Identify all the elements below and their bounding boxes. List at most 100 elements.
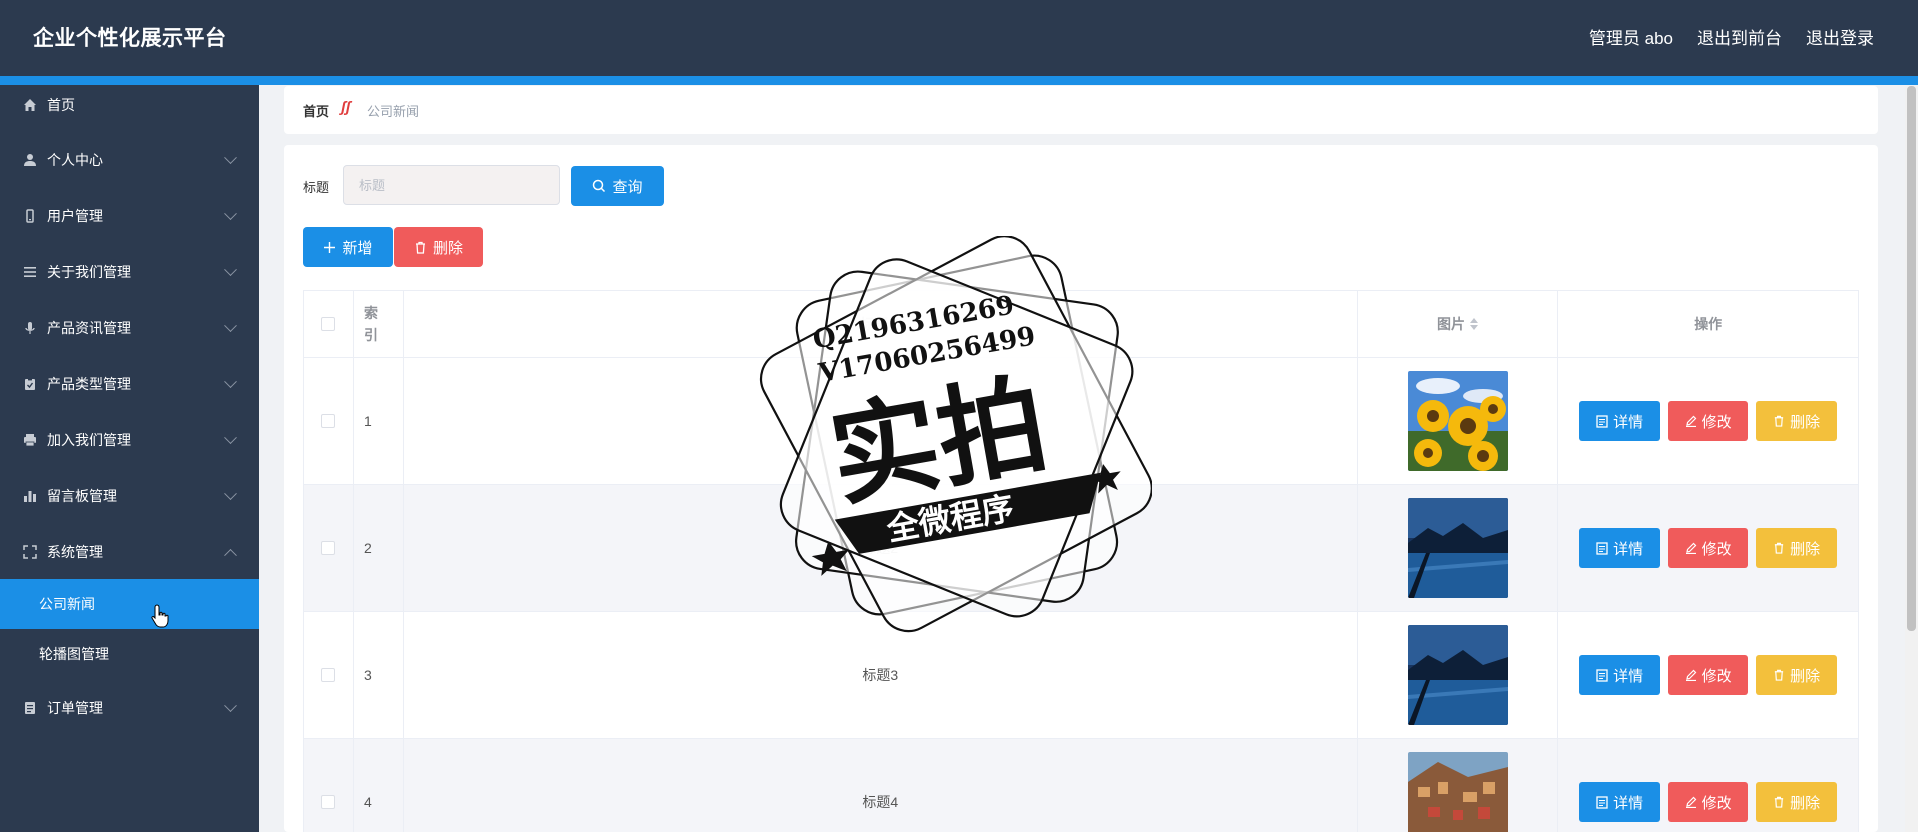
edit-button[interactable]: 修改 xyxy=(1668,655,1749,695)
fullscreen-icon xyxy=(22,544,38,560)
lake-night-image[interactable] xyxy=(1407,498,1508,598)
detail-button-label: 详情 xyxy=(1613,794,1644,812)
row-title xyxy=(404,358,1358,484)
sidebar-item-label: 产品资讯管理 xyxy=(47,320,131,336)
lake-night-image[interactable] xyxy=(1407,625,1508,725)
breadcrumb: 首页 ʃʃ 公司新闻 xyxy=(284,86,1878,134)
chevron-down-icon xyxy=(224,150,237,164)
detail-button[interactable]: 详情 xyxy=(1579,655,1661,695)
exit-to-front-link[interactable]: 退出到前台 xyxy=(1697,24,1782,49)
sidebar-item-label: 留言板管理 xyxy=(47,488,117,504)
phone-icon xyxy=(22,208,38,224)
chevron-down-icon xyxy=(224,430,237,444)
submenu-item-company-news[interactable]: 公司新闻 xyxy=(0,579,259,629)
remove-button[interactable]: 删除 xyxy=(1756,401,1838,441)
admin-name[interactable]: 管理员 abo xyxy=(1589,24,1673,49)
plus-icon xyxy=(324,241,336,253)
trash-icon xyxy=(415,241,425,254)
row-checkbox[interactable] xyxy=(321,795,336,809)
sidebar-item-personal-center[interactable]: 个人中心 xyxy=(0,140,259,180)
page-scrollbar-thumb[interactable] xyxy=(1907,86,1916,631)
news-table: 索引 标题 图片 操作 1 详情 修改 删除 2 标题2 详情 修改 删除 3 … xyxy=(303,290,1859,832)
chevron-up-icon xyxy=(224,548,237,562)
edit-button[interactable]: 修改 xyxy=(1668,528,1749,568)
trash-icon xyxy=(1775,542,1784,554)
remove-button-label: 删除 xyxy=(1790,667,1821,685)
actions-column-header: 操作 xyxy=(1694,316,1723,332)
edit-button[interactable]: 修改 xyxy=(1668,782,1749,822)
row-checkbox[interactable] xyxy=(321,414,336,428)
index-column-header: 索引 xyxy=(363,305,378,343)
sidebar-item-system-management[interactable]: 系统管理 xyxy=(0,532,259,572)
sidebar-item-message-board[interactable]: 留言板管理 xyxy=(0,476,259,516)
add-button[interactable]: 新增 xyxy=(303,227,393,267)
remove-button-label: 删除 xyxy=(1790,413,1821,431)
sidebar: 首页 个人中心 用户管理 关于我们管理 产品资讯管理 产品类型管理 加入我们管理… xyxy=(0,85,259,832)
coastal-town-image[interactable] xyxy=(1407,752,1508,832)
table-row: 3 标题3 详情 修改 删除 xyxy=(304,612,1858,739)
search-icon xyxy=(593,179,606,193)
pencil-icon xyxy=(1685,796,1697,808)
image-column-header[interactable]: 图片 xyxy=(1437,314,1465,334)
header-accent-bar xyxy=(0,76,1918,85)
row-index: 3 xyxy=(354,612,404,738)
delete-button[interactable]: 删除 xyxy=(394,227,483,267)
trash-icon xyxy=(1775,415,1784,427)
breadcrumb-home[interactable]: 首页 xyxy=(303,101,329,120)
row-title: 标题4 xyxy=(404,739,1358,832)
sidebar-item-about-us[interactable]: 关于我们管理 xyxy=(0,252,259,292)
title-column-header[interactable]: 标题 xyxy=(860,314,888,334)
sidebar-item-home[interactable]: 首页 xyxy=(0,85,259,125)
delete-button-label: 删除 xyxy=(432,239,463,257)
sidebar-item-label: 用户管理 xyxy=(47,208,103,224)
submenu-item-label: 轮播图管理 xyxy=(39,646,109,662)
query-button-label: 查询 xyxy=(612,178,643,196)
chevron-down-icon xyxy=(224,206,237,220)
sunflower-image[interactable] xyxy=(1407,371,1508,471)
query-button[interactable]: 查询 xyxy=(571,166,664,206)
table-header-row: 索引 标题 图片 操作 xyxy=(304,291,1858,358)
detail-button[interactable]: 详情 xyxy=(1579,401,1661,441)
search-input[interactable] xyxy=(343,165,560,205)
sort-icon[interactable] xyxy=(1470,318,1479,330)
edit-button[interactable]: 修改 xyxy=(1668,401,1749,441)
search-label: 标题 xyxy=(303,180,330,195)
row-title: 标题2 xyxy=(404,485,1358,611)
sidebar-item-product-type[interactable]: 产品类型管理 xyxy=(0,364,259,404)
mic-icon xyxy=(22,320,38,336)
remove-button[interactable]: 删除 xyxy=(1756,655,1838,695)
sidebar-item-product-news[interactable]: 产品资讯管理 xyxy=(0,308,259,348)
detail-button[interactable]: 详情 xyxy=(1579,528,1661,568)
document-icon xyxy=(1596,795,1608,809)
sidebar-item-user-management[interactable]: 用户管理 xyxy=(0,196,259,236)
sidebar-item-join-us[interactable]: 加入我们管理 xyxy=(0,420,259,460)
select-all-checkbox[interactable] xyxy=(321,317,336,331)
app-title: 企业个性化展示平台 xyxy=(33,27,227,50)
sort-icon[interactable] xyxy=(892,318,901,330)
detail-button-label: 详情 xyxy=(1613,413,1644,431)
user-icon xyxy=(22,152,38,168)
clipboard-icon xyxy=(22,376,38,392)
edit-button-label: 修改 xyxy=(1701,413,1732,431)
remove-button[interactable]: 删除 xyxy=(1756,528,1838,568)
edit-button-label: 修改 xyxy=(1701,794,1732,812)
row-index: 2 xyxy=(354,485,404,611)
row-checkbox[interactable] xyxy=(321,668,336,682)
header-actions: 管理员 abo 退出到前台 退出登录 xyxy=(1589,24,1874,49)
chevron-down-icon xyxy=(224,698,237,712)
submenu-item-carousel[interactable]: 轮播图管理 xyxy=(0,629,259,679)
sidebar-item-order-management[interactable]: 订单管理 xyxy=(0,688,259,728)
pencil-icon xyxy=(1685,415,1697,427)
document-icon xyxy=(22,700,38,716)
pencil-icon xyxy=(1685,542,1697,554)
trash-icon xyxy=(1775,796,1784,808)
row-title: 标题3 xyxy=(404,612,1358,738)
submenu-item-label: 公司新闻 xyxy=(39,596,95,612)
table-row: 1 详情 修改 删除 xyxy=(304,358,1858,485)
sidebar-item-label: 系统管理 xyxy=(47,544,103,560)
remove-button[interactable]: 删除 xyxy=(1756,782,1838,822)
logout-link[interactable]: 退出登录 xyxy=(1806,24,1874,49)
printer-icon xyxy=(22,432,38,448)
detail-button[interactable]: 详情 xyxy=(1579,782,1661,822)
row-checkbox[interactable] xyxy=(321,541,336,555)
